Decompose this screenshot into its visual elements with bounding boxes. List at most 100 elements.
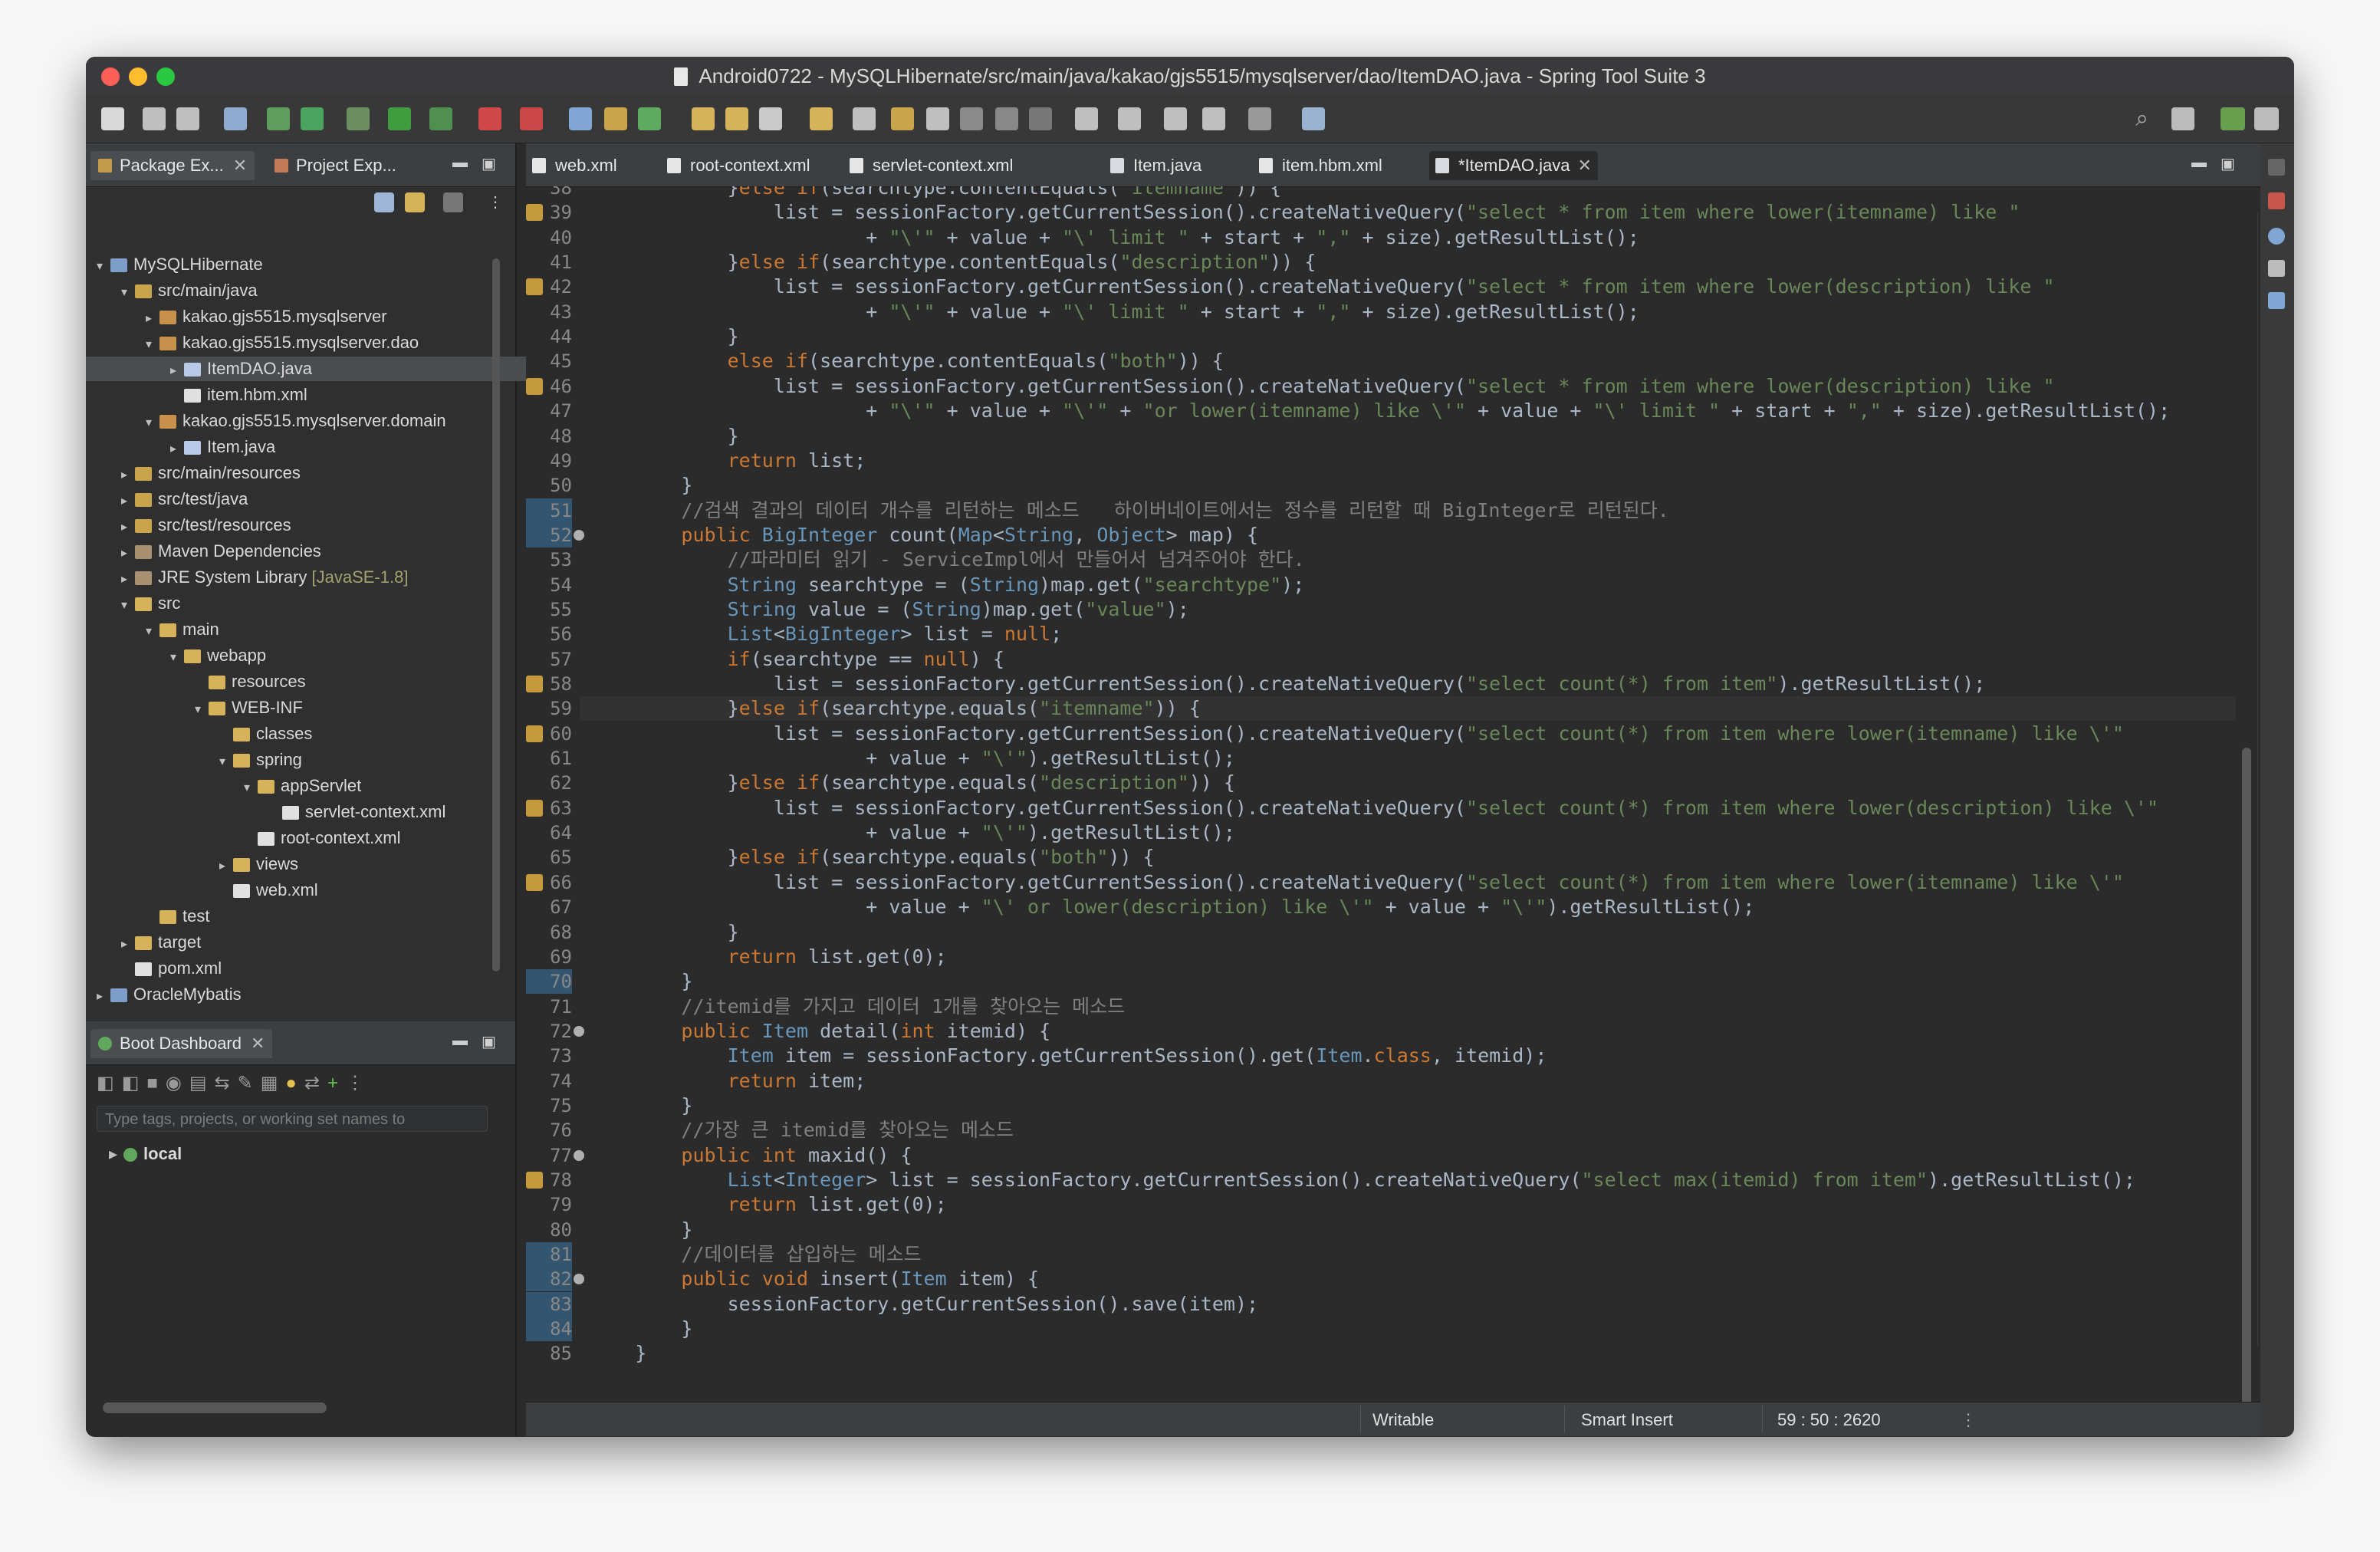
console-icon[interactable] <box>2268 292 2285 309</box>
code-line[interactable]: 70 } <box>526 969 2244 994</box>
tab-project-explorer[interactable]: Project Exp... <box>267 151 404 180</box>
tree-item[interactable]: ▸ kakao.gjs5515.mysqlserver <box>146 304 387 329</box>
code-line[interactable]: 69 return list.get(0); <box>526 945 2244 969</box>
close-icon[interactable]: ✕ <box>233 156 247 175</box>
tree-item[interactable]: root-context.xml <box>244 826 401 850</box>
outline-icon[interactable] <box>2268 192 2285 209</box>
code-editor[interactable]: 38 }else if(searchtype.contentEquals("it… <box>526 186 2244 1367</box>
code-line[interactable]: 51 //검색 결과의 데이터 개수를 리턴하는 메소드 하이버네이트에서는 정… <box>526 498 2244 523</box>
boot-local-target[interactable]: ▸ local <box>109 1144 182 1164</box>
quick-access-search-icon[interactable]: ⌕ <box>2135 106 2148 132</box>
tree-item[interactable]: ▾ appServlet <box>244 774 361 798</box>
chevron-right-icon[interactable]: ▸ <box>170 437 184 462</box>
code-line[interactable]: 66 list = sessionFactory.getCurrentSessi… <box>526 870 2244 895</box>
maximize-icon[interactable]: ▣ <box>482 154 496 173</box>
save-icon[interactable] <box>143 107 166 130</box>
close-icon[interactable]: ✕ <box>251 1034 265 1053</box>
maximize-icon[interactable]: ▣ <box>2221 154 2235 173</box>
tree-item[interactable]: ▾ WEB-INF <box>195 695 303 720</box>
code-line[interactable]: 71 //itemid를 가지고 데이터 1개를 찾아오는 메소드 <box>526 995 2244 1019</box>
relaunch-icon[interactable] <box>301 107 324 130</box>
open-type-icon[interactable] <box>692 107 715 130</box>
chevron-down-icon[interactable]: ▾ <box>146 620 159 644</box>
edit-icon[interactable]: ✎ <box>238 1073 261 1093</box>
pilcrow-icon[interactable] <box>995 107 1018 130</box>
tree-item[interactable]: ▸ src/main/resources <box>121 461 301 485</box>
tree-item[interactable]: ▾ spring <box>219 748 302 772</box>
open-perspective-icon[interactable] <box>2171 107 2194 130</box>
deploy-icon[interactable]: ⇄ <box>304 1073 327 1093</box>
refresh-icon[interactable]: ⇆ <box>215 1073 238 1093</box>
chevron-down-icon[interactable]: ▾ <box>219 750 233 774</box>
code-line[interactable]: 39 list = sessionFactory.getCurrentSessi… <box>526 200 2244 225</box>
editor-tab[interactable]: Item.java <box>1104 151 1208 180</box>
java-ee-perspective-icon[interactable] <box>2221 107 2245 130</box>
code-line[interactable]: 65 }else if(searchtype.equals("both")) { <box>526 845 2244 870</box>
toggle-block-icon[interactable] <box>926 107 949 130</box>
code-line[interactable]: 61 + value + "\'").getResultList(); <box>526 746 2244 771</box>
back-icon[interactable] <box>1202 107 1225 130</box>
code-line[interactable]: 63 list = sessionFactory.getCurrentSessi… <box>526 796 2244 820</box>
expand-arrow-icon[interactable]: ▸ <box>109 1144 117 1163</box>
stop-icon[interactable]: ■ <box>146 1073 166 1093</box>
search-toolbar-icon[interactable] <box>759 107 782 130</box>
chevron-right-icon[interactable]: ▸ <box>170 359 184 383</box>
warning-icon[interactable] <box>526 874 543 891</box>
code-line[interactable]: 50 } <box>526 473 2244 498</box>
warning-icon[interactable] <box>526 800 543 817</box>
minimize-icon[interactable]: ▬ <box>452 154 468 172</box>
tree-item[interactable]: classes <box>219 722 312 746</box>
focus-icon[interactable] <box>443 192 463 212</box>
collapse-all-icon[interactable] <box>374 192 394 212</box>
tree-item[interactable]: ▾ webapp <box>170 643 266 668</box>
chevron-right-icon[interactable]: ▸ <box>121 567 135 592</box>
tab-boot-dashboard[interactable]: Boot Dashboard ✕ <box>90 1029 273 1058</box>
code-line[interactable]: 44 } <box>526 324 2244 349</box>
code-line[interactable]: 68 } <box>526 920 2244 945</box>
chevron-down-icon[interactable]: ▾ <box>121 281 135 305</box>
show-whitespace-icon[interactable] <box>960 107 983 130</box>
chevron-right-icon[interactable]: ▸ <box>121 932 135 957</box>
code-line[interactable]: 64 + value + "\'").getResultList(); <box>526 820 2244 845</box>
tree-item[interactable]: ▾ src/main/java <box>121 278 258 303</box>
server-stop-icon[interactable] <box>520 107 543 130</box>
chevron-down-icon[interactable]: ▾ <box>121 594 135 618</box>
tree-item[interactable]: ▾ main <box>146 617 219 642</box>
code-line[interactable]: 47 + "\'" + value + "\'" + "or lower(ite… <box>526 399 2244 423</box>
code-line[interactable]: 42 list = sessionFactory.getCurrentSessi… <box>526 275 2244 299</box>
tab-package-explorer[interactable]: Package Ex... ✕ <box>90 151 255 180</box>
next-annotation-icon[interactable] <box>1075 107 1098 130</box>
tree-item[interactable]: ▸ ItemDAO.java <box>86 357 577 381</box>
editor-tab[interactable]: web.xml <box>526 151 623 180</box>
tree-item[interactable]: ▾ kakao.gjs5515.mysqlserver.domain <box>146 409 446 433</box>
view-menu-icon[interactable]: ⋮ <box>488 192 503 212</box>
code-line[interactable]: 46 list = sessionFactory.getCurrentSessi… <box>526 374 2244 399</box>
tree-item[interactable]: pom.xml <box>121 956 222 981</box>
new-icon[interactable] <box>101 107 124 130</box>
at-icon[interactable] <box>2268 228 2285 245</box>
spring-perspective-icon[interactable] <box>2254 107 2279 130</box>
chevron-right-icon[interactable]: ▸ <box>146 307 159 331</box>
code-line[interactable]: 40 + "\'" + value + "\' limit " + start … <box>526 225 2244 250</box>
toggle-mark-icon[interactable] <box>853 107 876 130</box>
code-line[interactable]: 49 return list; <box>526 449 2244 473</box>
code-line[interactable]: 74 return item; <box>526 1069 2244 1093</box>
chevron-down-icon[interactable]: ▾ <box>170 646 184 670</box>
link-with-editor-icon[interactable] <box>405 192 425 212</box>
debug-icon[interactable] <box>347 107 370 130</box>
code-line[interactable]: 83 sessionFactory.getCurrentSession().sa… <box>526 1292 2244 1317</box>
warning-icon[interactable] <box>526 204 543 221</box>
code-line[interactable]: 52 public BigInteger count(Map<String, O… <box>526 523 2244 547</box>
code-line[interactable]: 77 public int maxid() { <box>526 1143 2244 1168</box>
minimize-icon[interactable]: ▬ <box>452 1032 468 1050</box>
code-line[interactable]: 43 + "\'" + value + "\' limit " + start … <box>526 300 2244 324</box>
code-line[interactable]: 41 }else if(searchtype.contentEquals("de… <box>526 250 2244 275</box>
view-menu-icon[interactable]: ⋮ <box>346 1073 372 1093</box>
override-marker-icon[interactable] <box>574 530 584 541</box>
code-line[interactable]: 78 List<Integer> list = sessionFactory.g… <box>526 1168 2244 1192</box>
task-icon[interactable] <box>2268 260 2285 277</box>
console-icon[interactable]: ▤ <box>189 1073 215 1093</box>
code-line[interactable]: 54 String searchtype = (String)map.get("… <box>526 573 2244 597</box>
warning-icon[interactable] <box>526 725 543 742</box>
stop-icon[interactable] <box>478 107 501 130</box>
